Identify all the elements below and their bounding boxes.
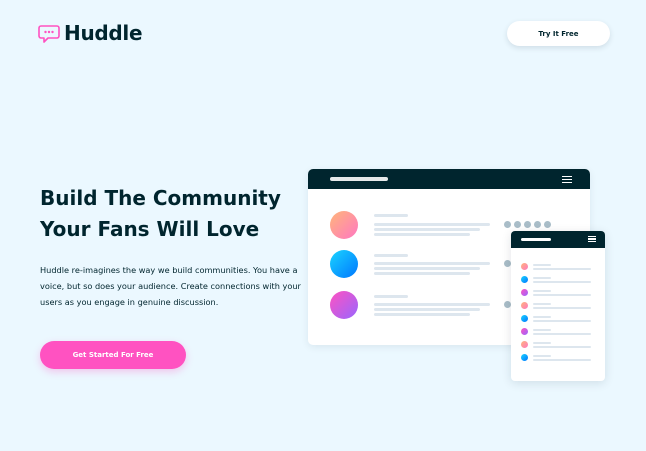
placeholder-line [374,223,490,226]
placeholder-line [533,359,591,361]
placeholder-line [374,233,470,236]
brand-name: Huddle [64,21,143,45]
placeholder-line [374,214,408,217]
avatar [521,276,528,283]
placeholder-line [374,254,408,257]
avatar [330,250,358,278]
desktop-mockup-topbar [308,169,590,189]
avatar [521,354,528,361]
indicator-dot [534,221,541,228]
avatar [521,289,528,296]
hamburger-icon [562,176,572,183]
placeholder-line [533,277,551,279]
placeholder-line [533,342,551,344]
placeholder-line [533,294,591,296]
brand-logo[interactable]: Huddle [38,21,143,45]
hero-description: Huddle re-imagines the way we build comm… [40,265,301,307]
placeholder-line [533,290,551,292]
placeholder-line [533,303,551,305]
indicator-dot [514,221,521,228]
hero-illustration [308,169,608,384]
placeholder-line [374,303,490,306]
indicator-dot [504,221,511,228]
placeholder-line [374,267,480,270]
desktop-mockup-title-line [330,177,388,181]
placeholder-line [533,281,591,283]
avatar [521,341,528,348]
placeholder-line [533,264,551,266]
avatar [330,291,358,319]
placeholder-line [533,333,591,335]
avatar [521,302,528,309]
placeholder-line [533,346,591,348]
placeholder-line [533,355,551,357]
placeholder-line [533,329,551,331]
avatar [521,328,528,335]
placeholder-line [533,268,591,270]
placeholder-line [374,308,480,311]
placeholder-line [374,262,490,265]
indicator-dot [504,260,511,267]
indicator-dot [524,221,531,228]
placeholder-line [374,313,470,316]
mobile-mockup-title-line [521,238,551,241]
mobile-mockup-topbar [511,231,605,248]
hero-title: Build The Community Your Fans Will Love [40,186,281,241]
indicator-dot [544,221,551,228]
avatar [330,211,358,239]
placeholder-line [374,295,408,298]
avatar [521,263,528,270]
placeholder-line [533,307,591,309]
placeholder-line [374,228,480,231]
indicator-dot [504,301,511,308]
try-it-free-button[interactable]: Try It Free [507,21,610,46]
mobile-mockup [511,231,605,381]
placeholder-line [533,320,591,322]
placeholder-line [374,272,470,275]
placeholder-line [533,316,551,318]
avatar [521,315,528,322]
chat-bubble-icon [38,25,60,43]
hamburger-icon [588,236,596,242]
get-started-button[interactable]: Get Started For Free [40,341,186,369]
